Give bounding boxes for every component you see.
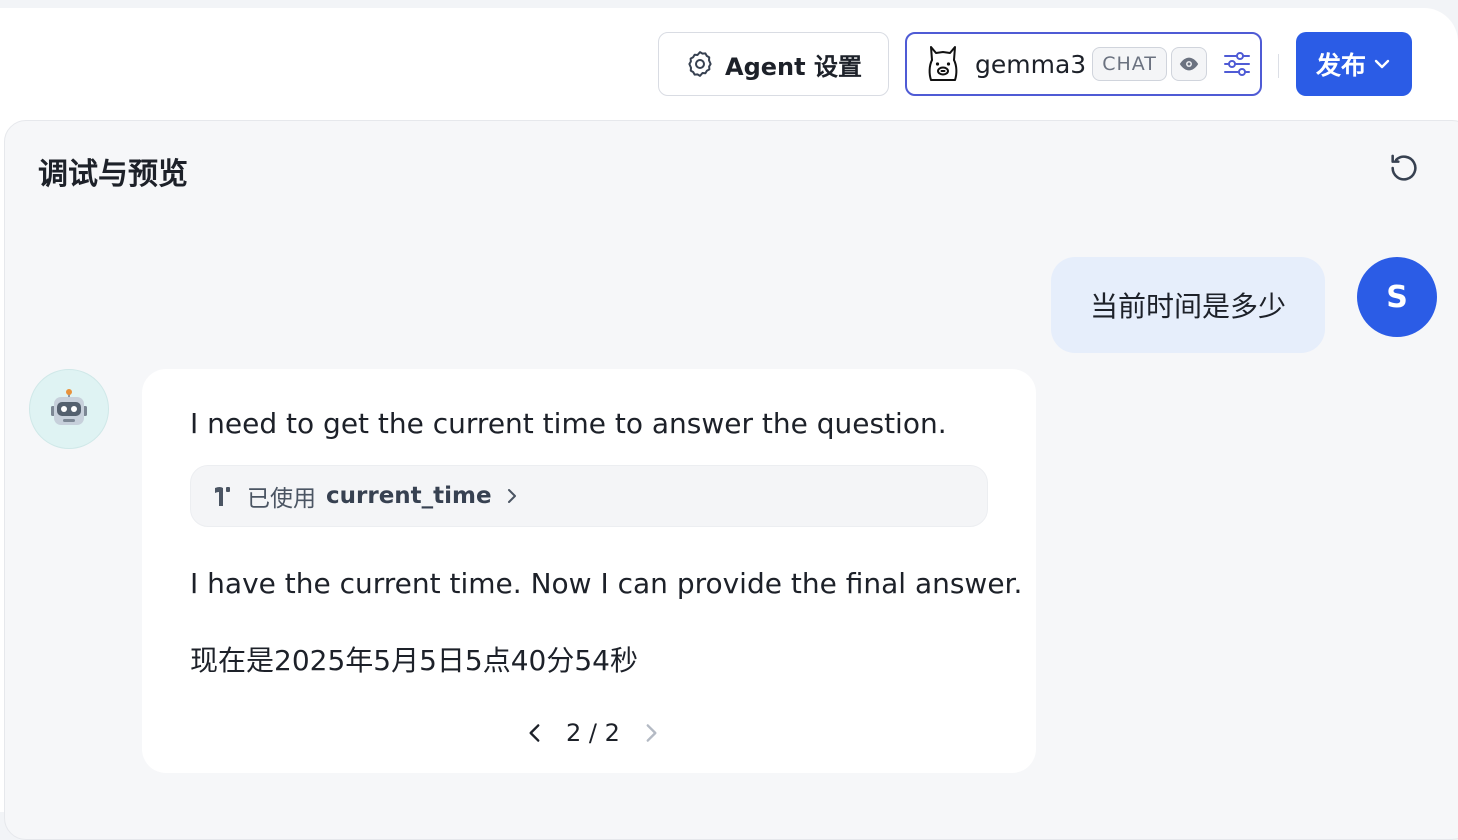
app-window: Agent 设置 gemma3 CHAT 发布 调试与预览 当前时间是多少 S …	[0, 8, 1458, 840]
model-selector[interactable]: gemma3 CHAT	[905, 32, 1262, 96]
llama-icon	[928, 46, 958, 81]
reset-icon[interactable]	[1387, 151, 1421, 185]
agent-settings-button[interactable]: Agent 设置	[658, 32, 889, 96]
publish-button[interactable]: 发布	[1296, 32, 1412, 96]
tool-icon	[215, 487, 230, 506]
bot-message-card: I need to get the current time to answer…	[142, 369, 1036, 773]
bot-avatar	[29, 369, 109, 449]
response-pagination: 2 / 2	[522, 715, 664, 751]
robot-icon	[51, 389, 87, 425]
tool-used-label: 已使用	[247, 486, 316, 512]
page-indicator: 2 / 2	[566, 719, 620, 747]
prev-page-icon[interactable]	[522, 720, 548, 746]
bot-answer-text: 现在是2025年5月5日5点40分54秒	[190, 644, 638, 677]
publish-label: 发布	[1315, 51, 1366, 80]
panel-title: 调试与预览	[38, 157, 188, 192]
divider	[1278, 54, 1279, 78]
chevron-right-icon	[507, 489, 516, 503]
gear-icon	[688, 51, 712, 77]
settings-sliders-icon[interactable]	[1221, 48, 1253, 80]
chevron-down-icon	[1374, 59, 1390, 69]
model-type-tag: CHAT	[1092, 47, 1167, 81]
vision-badge	[1170, 47, 1207, 81]
bot-thought-text-2: I have the current time. Now I can provi…	[190, 567, 1023, 600]
next-page-icon[interactable]	[638, 720, 664, 746]
tool-name: current_time	[326, 483, 492, 509]
user-message-bubble: 当前时间是多少	[1051, 257, 1325, 353]
top-bar: Agent 设置 gemma3 CHAT 发布	[0, 8, 1458, 120]
eye-icon	[1179, 57, 1199, 71]
bot-thought-text: I need to get the current time to answer…	[190, 407, 947, 440]
agent-settings-label: Agent 设置	[725, 52, 862, 81]
user-avatar: S	[1357, 257, 1437, 337]
model-name: gemma3	[975, 49, 1087, 79]
debug-preview-panel: 调试与预览 当前时间是多少 S I need to get the curren…	[4, 120, 1458, 840]
tool-call-chip[interactable]: 已使用 current_time	[190, 465, 988, 527]
